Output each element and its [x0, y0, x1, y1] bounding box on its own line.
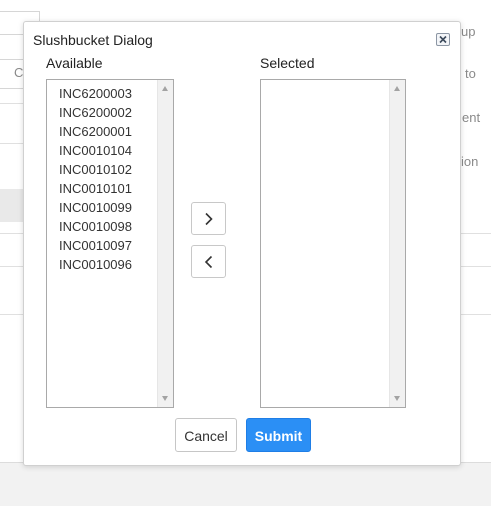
chevron-right-icon — [205, 212, 213, 226]
list-item[interactable]: INC6200002 — [47, 103, 156, 122]
background-text-fragment: ion — [461, 154, 479, 169]
scroll-down-arrow-icon[interactable] — [394, 396, 400, 401]
background-text-fragment: ent — [462, 110, 481, 125]
background-row — [0, 189, 24, 222]
dialog-title: Slushbucket Dialog — [33, 32, 153, 48]
chevron-left-icon — [204, 255, 213, 269]
list-item[interactable]: INC0010098 — [47, 217, 156, 236]
background-divider — [0, 143, 24, 144]
list-item[interactable]: INC6200003 — [47, 84, 156, 103]
background-text-fragment: up — [461, 24, 476, 39]
list-item[interactable]: INC0010097 — [47, 236, 156, 255]
close-icon — [439, 35, 447, 44]
background-text-fragment: to — [465, 66, 476, 81]
selected-label: Selected — [260, 55, 315, 71]
list-item[interactable]: INC0010104 — [47, 141, 156, 160]
move-left-button[interactable] — [191, 245, 226, 278]
list-item[interactable]: INC0010101 — [47, 179, 156, 198]
available-items: INC6200003 INC6200002 INC6200001 INC0010104… — [47, 84, 156, 274]
submit-button[interactable]: Submit — [246, 418, 311, 452]
background-radio-glyph: C — [14, 65, 24, 80]
available-scrollbar[interactable] — [157, 80, 173, 407]
available-listbox[interactable]: INC6200003 INC6200002 INC6200001 INC0010104… — [46, 79, 174, 408]
list-item[interactable]: INC6200001 — [47, 122, 156, 141]
scroll-up-arrow-icon[interactable] — [394, 86, 400, 91]
slushbucket-dialog: Slushbucket Dialog Available Selected IN… — [23, 21, 461, 466]
move-right-button[interactable] — [191, 202, 226, 235]
scroll-down-arrow-icon[interactable] — [162, 396, 168, 401]
close-button[interactable] — [436, 33, 450, 46]
cancel-button[interactable]: Cancel — [175, 418, 237, 452]
list-item[interactable]: INC0010096 — [47, 255, 156, 274]
scroll-up-arrow-icon[interactable] — [162, 86, 168, 91]
list-item[interactable]: INC0010099 — [47, 198, 156, 217]
background-divider — [0, 103, 24, 104]
available-label: Available — [46, 55, 103, 71]
background-page: C up to ent ion Slushbucket Dialog Avail… — [0, 0, 491, 506]
list-item[interactable]: INC0010102 — [47, 160, 156, 179]
selected-listbox[interactable] — [260, 79, 406, 408]
selected-scrollbar[interactable] — [389, 80, 405, 407]
